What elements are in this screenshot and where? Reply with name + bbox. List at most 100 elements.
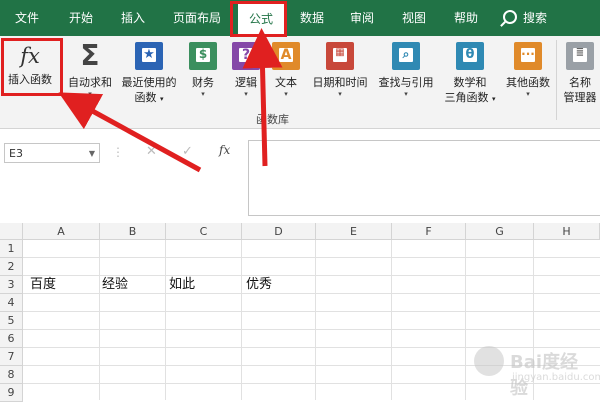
function-library-group-label: 函数库	[256, 113, 289, 126]
lookup-reference-button[interactable]: ⌕ 查找与引用 ▾	[374, 38, 438, 98]
grid-line	[315, 240, 316, 400]
row-header-4[interactable]: 4	[0, 294, 23, 312]
grid-line	[23, 329, 600, 330]
letter-a-book-icon: A	[272, 42, 300, 70]
column-header-e[interactable]: E	[316, 223, 392, 240]
theta-book-icon: θ	[456, 42, 484, 70]
insert-function-label: 插入函数	[8, 73, 52, 86]
enter-icon[interactable]: ✓	[182, 144, 193, 159]
star-book-icon: ★	[135, 42, 163, 70]
column-header-c[interactable]: C	[166, 223, 242, 240]
ribbon-divider	[556, 40, 557, 120]
row-header-7[interactable]: 7	[0, 348, 23, 366]
name-manager-label-2: 管理器	[563, 91, 597, 104]
sigma-icon: Σ	[80, 39, 100, 72]
column-header-g[interactable]: G	[466, 223, 534, 240]
tab-help[interactable]: 帮助	[444, 0, 488, 36]
ellipsis-book-icon: ···	[514, 42, 542, 70]
autosum-button[interactable]: Σ 自动求和 ▾	[62, 38, 118, 99]
recently-used-button[interactable]: ★ 最近使用的 函数 ▾	[118, 38, 180, 107]
column-header-a[interactable]: A	[23, 223, 100, 240]
cell-b3[interactable]: 经验	[102, 276, 128, 294]
insert-function-fx-icon[interactable]: fx	[219, 143, 230, 157]
tab-file[interactable]: 文件	[6, 0, 48, 36]
tab-formulas[interactable]: 公式	[238, 4, 284, 36]
worksheet[interactable]: A B C D E F G H 1 2 3 4 5 6 7 8 9 百度 经验 …	[0, 223, 600, 402]
cell-d3[interactable]: 优秀	[246, 276, 272, 294]
more-functions-label: 其他函数	[506, 76, 550, 89]
tab-view[interactable]: 视图	[392, 0, 436, 36]
grid-line	[23, 365, 600, 366]
cell-a3[interactable]: 百度	[30, 276, 56, 294]
column-header-f[interactable]: F	[392, 223, 466, 240]
chevron-down-icon: ▾	[526, 90, 530, 98]
math-trig-label-2: 三角函数 ▾	[444, 91, 496, 104]
grid-line	[533, 240, 534, 400]
more-functions-button[interactable]: ··· 其他函数 ▾	[500, 38, 556, 98]
row-header-9[interactable]: 9	[0, 384, 23, 402]
name-manager-label-1: 名称	[569, 76, 591, 89]
row-header-1[interactable]: 1	[0, 240, 23, 258]
column-header-h[interactable]: H	[534, 223, 600, 240]
row-header-3[interactable]: 3	[0, 276, 23, 294]
formula-bar-grip: ⋮	[112, 145, 124, 159]
text-button[interactable]: A 文本 ▾	[268, 38, 304, 98]
formula-input[interactable]	[248, 140, 600, 216]
search-icon	[503, 10, 517, 24]
grid-line	[23, 257, 600, 258]
chevron-down-icon: ▾	[338, 90, 342, 98]
autosum-label: 自动求和	[68, 76, 112, 89]
tab-insert[interactable]: 插入	[108, 0, 158, 36]
financial-button[interactable]: $ 财务 ▾	[184, 38, 222, 98]
name-box-value: E3	[9, 147, 23, 160]
chevron-down-icon: ▾	[244, 90, 248, 98]
row-header-6[interactable]: 6	[0, 330, 23, 348]
tab-page-layout[interactable]: 页面布局	[163, 0, 231, 36]
name-manager-icon: ≣	[566, 42, 594, 70]
column-header-b[interactable]: B	[100, 223, 166, 240]
grid-line	[241, 240, 242, 400]
recently-used-label-1: 最近使用的	[121, 76, 177, 89]
date-time-button[interactable]: ▦ 日期和时间 ▾	[308, 38, 372, 98]
chevron-down-icon: ▾	[404, 90, 408, 98]
math-trig-button[interactable]: θ 数学和 三角函数 ▾	[440, 38, 500, 107]
tab-data[interactable]: 数据	[290, 0, 334, 36]
select-all-corner[interactable]	[0, 223, 23, 240]
magnifier-book-icon: ⌕	[392, 42, 420, 70]
fx-icon: fx	[20, 44, 40, 68]
column-header-d[interactable]: D	[242, 223, 316, 240]
grid-line	[23, 347, 600, 348]
chevron-down-icon: ▾	[88, 90, 92, 98]
row-header-8[interactable]: 8	[0, 366, 23, 384]
ribbon-formulas: fx 插入函数 Σ 自动求和 ▾ ★ 最近使用的 函数 ▾ $ 财务 ▾ ? 逻…	[0, 36, 600, 129]
menu-bar: 文件 开始 插入 页面布局 公式 数据 审阅 视图 帮助 搜索	[0, 0, 600, 36]
row-header-2[interactable]: 2	[0, 258, 23, 276]
logical-label: 逻辑	[235, 76, 257, 89]
insert-function-button[interactable]: fx 插入函数	[2, 38, 58, 87]
grid-line	[99, 240, 100, 400]
text-label: 文本	[275, 76, 297, 89]
tab-home[interactable]: 开始	[56, 0, 106, 36]
cancel-icon[interactable]: ✕	[146, 144, 157, 159]
recently-used-label-2: 函数 ▾	[134, 91, 164, 104]
chevron-down-icon[interactable]: ▼	[89, 144, 95, 164]
grid-line	[165, 240, 166, 400]
logical-button[interactable]: ? 逻辑 ▾	[228, 38, 264, 98]
name-manager-button[interactable]: ≣ 名称 管理器	[560, 38, 600, 105]
chevron-down-icon: ▾	[284, 90, 288, 98]
tab-review[interactable]: 审阅	[340, 0, 384, 36]
lookup-reference-label: 查找与引用	[378, 76, 434, 89]
chevron-down-icon: ▾	[201, 90, 205, 98]
grid-line	[391, 240, 392, 400]
row-header-5[interactable]: 5	[0, 312, 23, 330]
date-time-label: 日期和时间	[312, 76, 368, 89]
grid-line	[23, 383, 600, 384]
question-book-icon: ?	[232, 42, 260, 70]
search-box[interactable]: 搜索	[503, 0, 547, 36]
name-box[interactable]: E3 ▼	[4, 143, 100, 163]
math-trig-label-1: 数学和	[453, 76, 487, 89]
financial-label: 财务	[192, 76, 214, 89]
grid-line	[23, 311, 600, 312]
cell-c3[interactable]: 如此	[169, 276, 195, 294]
calendar-book-icon: ▦	[326, 42, 354, 70]
